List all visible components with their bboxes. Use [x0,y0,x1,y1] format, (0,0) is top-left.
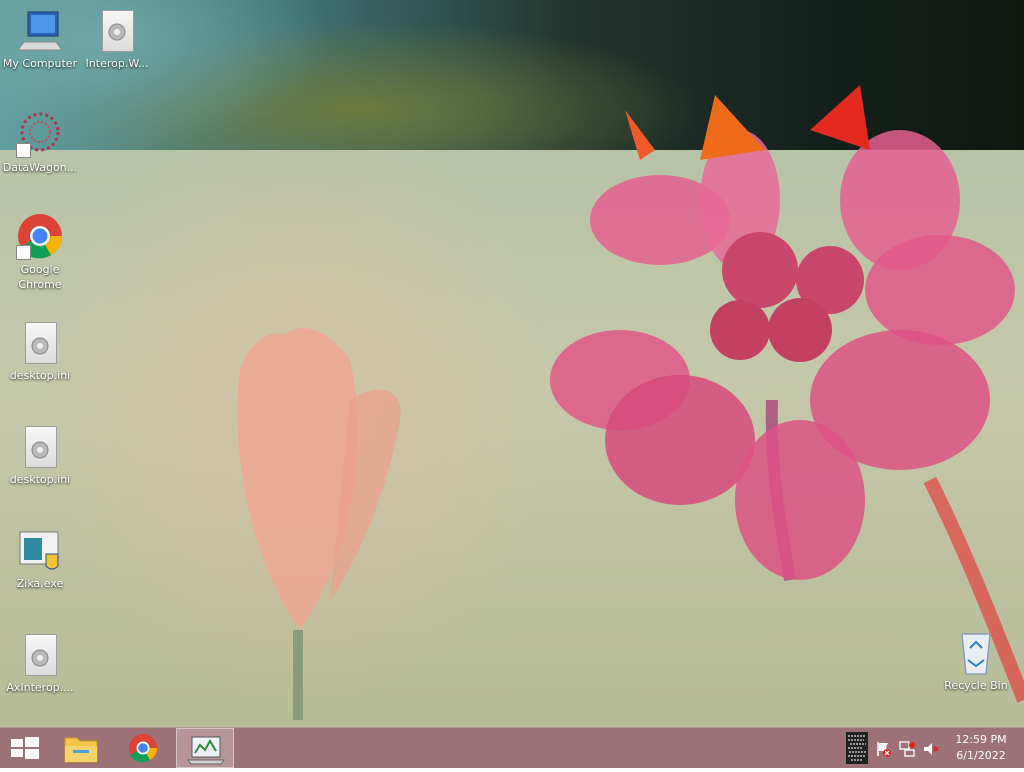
desktop-icon-label: Google Chrome [18,263,62,291]
chrome-icon [16,212,64,260]
desktop-icon-desktop-ini-2[interactable]: desktop.ini [0,422,80,487]
desktop-icon-datawagon[interactable]: DataWagon... [0,110,80,175]
desktop-icon-label: desktop.ini [9,369,71,382]
shortcut-arrow-icon [16,143,31,158]
clock-date: 6/1/2022 [956,749,1006,762]
volume-muted-icon[interactable] [922,740,940,758]
wallpaper-flowers [237,85,1024,720]
desktop-icon-label: Interop.W... [85,57,149,70]
settings-file-icon [93,6,141,54]
installer-icon [16,526,64,574]
taskbar-file-explorer-button[interactable] [52,728,110,768]
shortcut-arrow-icon [16,245,31,260]
taskbar: 12:59 PM 6/1/2022 [0,727,1024,768]
desktop-icon-zika-exe[interactable]: Zika.exe [0,526,80,591]
settings-file-icon [16,630,64,678]
folder-icon [64,737,98,763]
desktop-icon-recycle-bin[interactable]: Recycle Bin [936,628,1016,693]
desktop-icon-axinterop[interactable]: AxInterop.... [0,630,80,695]
network-icon[interactable] [898,740,916,758]
windows-logo-icon [11,737,39,759]
desktop-icon-label: Zika.exe [16,577,64,590]
computer-icon [16,6,64,54]
clock-time: 12:59 PM [955,733,1007,746]
desktop-icon-label: Recycle Bin [944,679,1008,692]
monitor-chart-icon [187,736,225,765]
settings-file-icon [16,422,64,470]
start-button[interactable] [0,728,48,768]
desktop-wallpaper [0,0,1024,768]
taskbar-clock[interactable]: 12:59 PM 6/1/2022 [946,732,1016,764]
settings-file-icon [16,318,64,366]
desktop-icon-label: DataWagon... [2,161,78,174]
chrome-icon [129,734,157,763]
action-center-flag-icon[interactable] [874,740,892,758]
desktop-icon-label: desktop.ini [9,473,71,486]
desktop-icon-label: AxInterop.... [6,681,74,694]
datawagon-icon [16,110,64,158]
tray-noise-icon[interactable] [846,730,868,766]
desktop-icon-desktop-ini-1[interactable]: desktop.ini [0,318,80,383]
taskbar-resource-monitor-button[interactable] [176,728,234,768]
desktop-icon-interop-w[interactable]: Interop.W... [77,6,157,71]
desktop-icon-label: My Computer [2,57,78,70]
taskbar-chrome-button[interactable] [114,728,172,768]
desktop-icon-my-computer[interactable]: My Computer [0,6,80,71]
recycle-bin-icon [952,628,1000,676]
desktop-icon-google-chrome[interactable]: Google Chrome [0,212,80,292]
